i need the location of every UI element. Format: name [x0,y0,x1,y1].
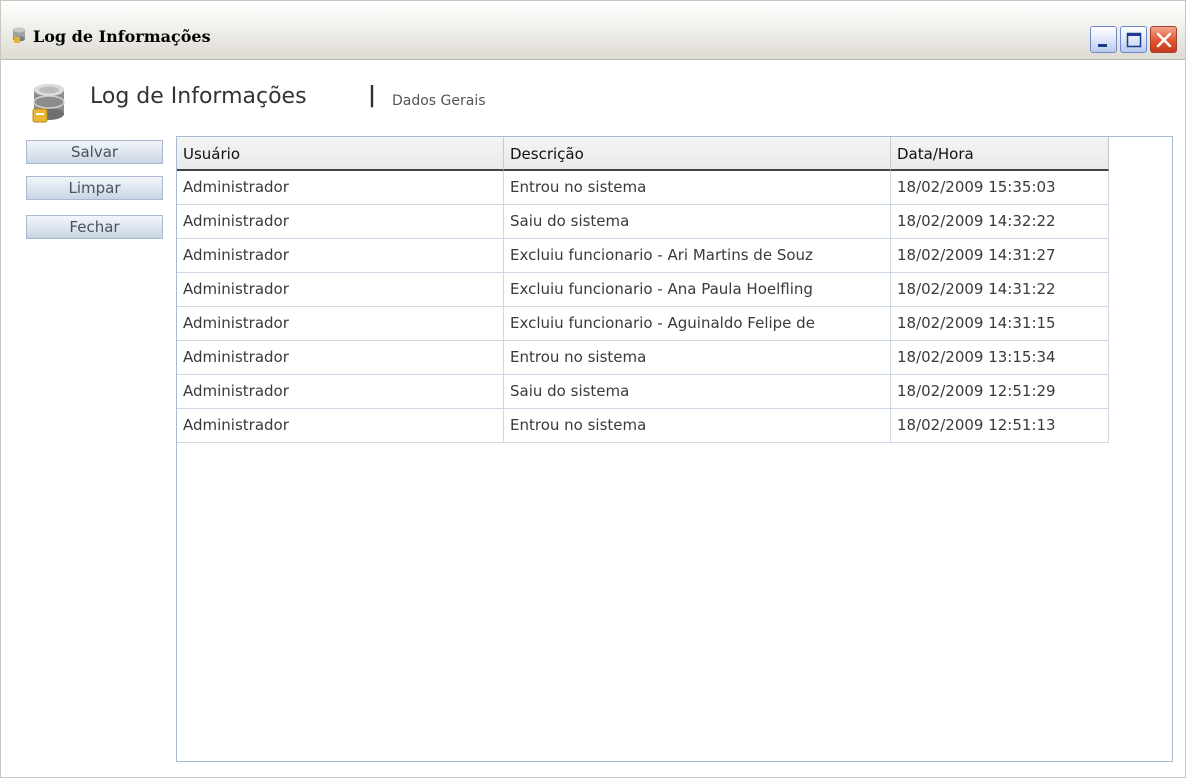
table-row[interactable]: Administrador Saiu do sistema 18/02/2009… [177,375,1109,409]
window-title: Log de Informações [33,27,211,46]
app-icon [11,26,27,44]
cell-data-hora: 18/02/2009 12:51:29 [891,375,1109,409]
cell-data-hora: 18/02/2009 12:51:13 [891,409,1109,443]
table-row[interactable]: Administrador Entrou no sistema 18/02/20… [177,171,1109,205]
column-header-usuario[interactable]: Usuário [177,137,504,171]
title-separator: | [368,83,377,108]
save-button[interactable]: Salvar [26,140,163,164]
table-row[interactable]: Administrador Entrou no sistema 18/02/20… [177,341,1109,375]
column-header-descricao[interactable]: Descrição [504,137,891,171]
cell-usuario: Administrador [177,205,504,239]
maximize-icon [1126,32,1142,48]
cell-data-hora: 18/02/2009 15:35:03 [891,171,1109,205]
cell-usuario: Administrador [177,273,504,307]
cell-usuario: Administrador [177,307,504,341]
minimize-button[interactable] [1090,26,1117,53]
cell-usuario: Administrador [177,171,504,205]
cell-descricao: Excluiu funcionario - Aguinaldo Felipe d… [504,307,891,341]
minimize-icon [1098,44,1107,47]
cell-data-hora: 18/02/2009 14:31:27 [891,239,1109,273]
close-window-button[interactable] [1150,26,1177,53]
cell-usuario: Administrador [177,409,504,443]
maximize-button[interactable] [1120,26,1147,53]
clear-button[interactable]: Limpar [26,176,163,200]
table-header: Usuário Descrição Data/Hora [177,137,1109,171]
cell-descricao: Excluiu funcionario - Ana Paula Hoelflin… [504,273,891,307]
table-row[interactable]: Administrador Saiu do sistema 18/02/2009… [177,205,1109,239]
page-title: Log de Informações [90,84,307,109]
table-row[interactable]: Administrador Excluiu funcionario - Ari … [177,239,1109,273]
cell-usuario: Administrador [177,239,504,273]
table-row[interactable]: Administrador Entrou no sistema 18/02/20… [177,409,1109,443]
database-icon [31,82,71,124]
cell-data-hora: 18/02/2009 14:31:15 [891,307,1109,341]
cell-data-hora: 18/02/2009 14:31:22 [891,273,1109,307]
cell-usuario: Administrador [177,341,504,375]
cell-usuario: Administrador [177,375,504,409]
cell-descricao: Entrou no sistema [504,341,891,375]
close-icon [1156,32,1172,48]
log-table-panel[interactable]: Usuário Descrição Data/Hora Administrado… [176,136,1173,762]
window-content: Log de Informações | Dados Gerais Salvar… [1,60,1185,777]
close-button[interactable]: Fechar [26,215,163,239]
log-table: Usuário Descrição Data/Hora Administrado… [177,137,1109,443]
table-row[interactable]: Administrador Excluiu funcionario - Ana … [177,273,1109,307]
column-header-data-hora[interactable]: Data/Hora [891,137,1109,171]
cell-data-hora: 18/02/2009 14:32:22 [891,205,1109,239]
page-subtitle: Dados Gerais [392,93,486,109]
cell-descricao: Excluiu funcionario - Ari Martins de Sou… [504,239,891,273]
log-window: Log de Informações Log de Informações | … [0,0,1186,778]
cell-data-hora: 18/02/2009 13:15:34 [891,341,1109,375]
cell-descricao: Entrou no sistema [504,409,891,443]
cell-descricao: Entrou no sistema [504,171,891,205]
table-row[interactable]: Administrador Excluiu funcionario - Agui… [177,307,1109,341]
title-bar[interactable]: Log de Informações [1,1,1185,60]
cell-descricao: Saiu do sistema [504,205,891,239]
cell-descricao: Saiu do sistema [504,375,891,409]
